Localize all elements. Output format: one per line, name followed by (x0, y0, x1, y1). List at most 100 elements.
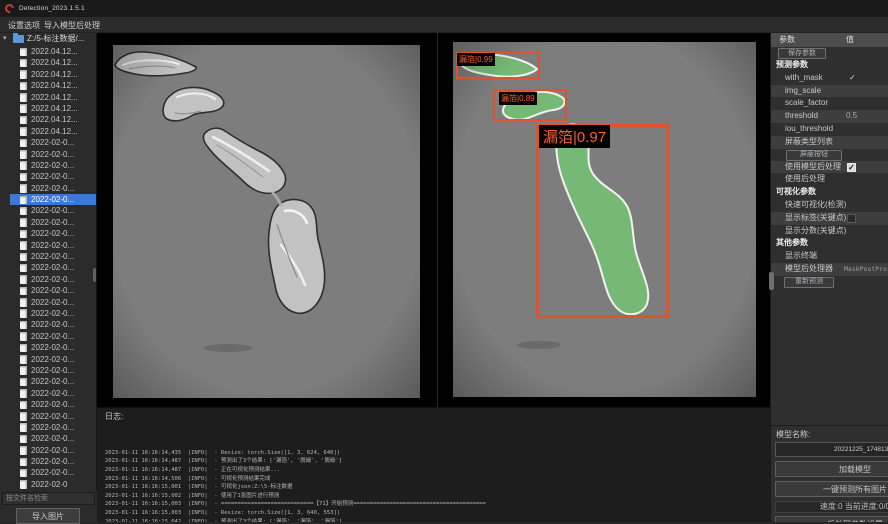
block-types-button[interactable]: 屏蔽按钮 (786, 150, 842, 161)
prediction-image-panel[interactable]: 漏箔|0.99 漏箔|0.89 漏箔|0.97 (453, 42, 756, 397)
tree-file-item[interactable]: 2022-02-0... (10, 467, 97, 478)
param-row-threshold[interactable]: threshold0.5 (771, 110, 888, 123)
sidebar-scrollbar[interactable] (93, 268, 96, 282)
file-icon (20, 127, 27, 136)
param-section-visualization: 可视化参数 (771, 186, 888, 199)
file-icon (20, 469, 27, 478)
threshold-value[interactable]: 0.5 (846, 110, 857, 123)
tree-file-item[interactable]: 2022-02-0... (10, 308, 97, 319)
tree-file-item[interactable]: 2022.04.12... (10, 92, 97, 103)
tree-file-item[interactable]: 2022-02-0... (10, 160, 97, 171)
title-bar: Detection_2023.1.5.1 (0, 0, 888, 17)
tree-file-item[interactable]: 2022-02-0... (10, 171, 97, 182)
file-icon (20, 480, 27, 489)
raw-image-panel[interactable] (113, 45, 420, 398)
param-row-use-model-postprocess[interactable]: 使用模型后处理 ✓ (771, 161, 888, 174)
search-input[interactable] (2, 492, 95, 505)
tree-file-item[interactable]: 2022.04.12... (10, 46, 97, 57)
tree-file-label: 2022-02-0... (31, 171, 74, 182)
tree-file-item[interactable]: 2022-02-0... (10, 331, 97, 342)
tree-file-item[interactable]: 2022.04.12... (10, 57, 97, 68)
tree-file-label: 2022-02-0... (31, 217, 74, 228)
tree-file-item[interactable]: 2022-02-0... (10, 228, 97, 239)
tree-file-label: 2022-02-0... (31, 445, 74, 456)
tree-file-item[interactable]: 2022-02-0... (10, 319, 97, 330)
tree-file-item[interactable]: 2022.04.12... (10, 80, 97, 91)
tree-file-item[interactable]: 2022-02-0... (10, 149, 97, 160)
tree-file-item[interactable]: 2022-02-0... (10, 456, 97, 467)
param-row-img-scale[interactable]: img_scale (771, 85, 888, 98)
param-row-show-scores[interactable]: 显示分数(关键点) (771, 225, 888, 238)
tree-file-item[interactable]: 2022-02-0... (10, 376, 97, 387)
checkbox-unchecked-icon[interactable] (847, 214, 856, 223)
viewer-scrollbar[interactable] (769, 272, 774, 290)
tree-file-item[interactable]: 2022-02-0... (10, 297, 97, 308)
tree-file-item[interactable]: 2022-02-0... (10, 217, 97, 228)
tree-file-item[interactable]: 2022-02-0... (10, 399, 97, 410)
checkbox-checked-icon[interactable]: ✓ (847, 163, 856, 172)
tree-file-item[interactable]: 2022-02-0... (10, 205, 97, 216)
file-icon (20, 435, 27, 444)
tree-file-label: 2022.04.12... (31, 57, 78, 68)
tree-file-item[interactable]: 2022.04.12... (10, 69, 97, 80)
log-line: 2023-01-11 16:16:14,487 |INFO| - 预测出了3个结… (105, 457, 768, 466)
file-icon (20, 218, 27, 227)
tree-file-label: 2022-02-0... (31, 411, 74, 422)
param-row-fast-visualize[interactable]: 快速可视化(检测) (771, 199, 888, 212)
tree-file-item[interactable]: 2022-02-0... (10, 354, 97, 365)
tree-file-item[interactable]: 2022-02-0... (10, 183, 97, 194)
tree-file-item[interactable]: 2022-02-0... (10, 262, 97, 273)
tree-file-label: 2022-02-0... (31, 149, 74, 160)
detection-label-3: 漏箔|0.97 (539, 125, 610, 148)
param-row-with-mask[interactable]: with_mask✓ (771, 72, 888, 85)
tree-file-item[interactable]: 2022-02-0... (10, 388, 97, 399)
tree-file-item[interactable]: 2022-02-0 (10, 479, 97, 490)
file-icon (20, 264, 27, 273)
param-row-iou-threshold[interactable]: iou_threshold (771, 123, 888, 136)
param-row-scale-factor[interactable]: scale_factor (771, 97, 888, 110)
param-row-use-postprocess[interactable]: 使用后处理 (771, 173, 888, 186)
tree-file-item[interactable]: 2022-02-0... (10, 422, 97, 433)
tree-file-item[interactable]: 2022.04.12... (10, 103, 97, 114)
tree-file-label: 2022-02-0... (31, 160, 74, 171)
tree-file-item[interactable]: 2022-02-0... (10, 433, 97, 444)
postprocessor-value: MaskPostPro (844, 263, 887, 276)
param-row-show-terminal[interactable]: 显示终端 (771, 250, 888, 263)
postprocess-settings-button[interactable]: 后处理参数设置 (775, 516, 888, 522)
detection-box-3 (536, 124, 669, 318)
detection-label-1: 漏箔|0.99 (457, 53, 495, 66)
load-model-button[interactable]: 加载模型 (775, 461, 888, 477)
log-console[interactable]: 日志: 2023-01-11 16:16:14,435 |INFO| - Res… (97, 407, 770, 522)
tree-file-item[interactable]: 2022-02-0... (10, 251, 97, 262)
log-line: 2023-01-11 16:16:14,506 |INFO| - 可视化预测结果… (105, 475, 768, 484)
tree-root-folder[interactable]: ▾ Z:/5-标注数据/... (0, 33, 96, 45)
tree-file-item[interactable]: 2022.04.12... (10, 126, 97, 137)
param-row-model-postprocessor[interactable]: 模型后处理器 MaskPostPro (771, 263, 888, 276)
tree-file-item[interactable]: 2022-02-0... (10, 137, 97, 148)
tree-file-item[interactable]: 2022-02-0... (10, 240, 97, 251)
tree-file-item[interactable]: 2022-02-0... (10, 411, 97, 422)
tree-file-label: 2022-02-0... (31, 365, 74, 376)
tree-file-item[interactable]: 2022-02-0... (10, 342, 97, 353)
param-row-blocked-types[interactable]: 屏蔽类型列表 (771, 136, 888, 149)
tree-file-item[interactable]: 2022-02-0... (10, 194, 97, 205)
log-line: 2023-01-11 16:16:14,435 |INFO| - Resize:… (105, 449, 768, 458)
model-name-value[interactable]: 20221225_174813 (775, 442, 888, 457)
tree-file-label: 2022-02-0... (31, 399, 74, 410)
save-params-button[interactable]: 保存参数 (778, 48, 826, 59)
tree-file-item[interactable]: 2022-02-0... (10, 285, 97, 296)
tree-file-item[interactable]: 2022-02-0... (10, 274, 97, 285)
tree-file-item[interactable]: 2022-02-0... (10, 445, 97, 456)
menu-settings[interactable]: 设置选项 (8, 20, 40, 31)
chevron-down-icon[interactable]: ▾ (3, 33, 7, 45)
tree-file-item[interactable]: 2022.04.12... (10, 114, 97, 125)
file-icon (20, 59, 27, 68)
file-tree-list[interactable]: 2022.04.12... 2022.04.12... 2022.04.12..… (0, 46, 97, 490)
param-row-show-labels[interactable]: 显示标签(关键点) (771, 212, 888, 225)
repredict-button[interactable]: 重新预测 (784, 277, 834, 288)
tree-file-item[interactable]: 2022-02-0... (10, 365, 97, 376)
predict-all-button[interactable]: 一键预测所有图片 (775, 481, 888, 497)
menu-import-postprocess[interactable]: 导入模型后处理 (44, 20, 100, 31)
file-icon (20, 458, 27, 467)
file-icon (20, 366, 27, 375)
